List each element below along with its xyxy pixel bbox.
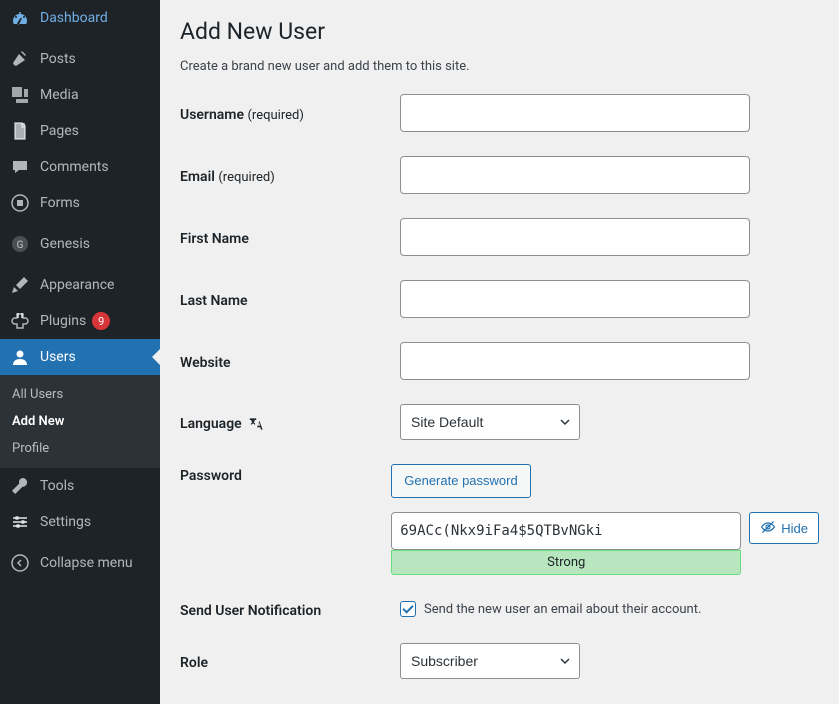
password-input[interactable] (391, 512, 741, 550)
sidebar-item-plugins[interactable]: Plugins 9 (0, 303, 160, 339)
notification-checkbox[interactable] (400, 601, 416, 617)
sidebar-item-media[interactable]: Media (0, 77, 160, 113)
pin-icon (10, 49, 30, 69)
last-name-input[interactable] (400, 280, 750, 318)
sidebar-item-settings[interactable]: Settings (0, 504, 160, 540)
username-input[interactable] (400, 94, 750, 132)
wrench-icon (10, 476, 30, 496)
sidebar-item-label: Settings (40, 514, 91, 530)
username-label: Username (required) (180, 103, 400, 123)
plugin-update-badge: 9 (92, 312, 110, 330)
email-input[interactable] (400, 156, 750, 194)
sidebar-item-dashboard[interactable]: Dashboard (0, 0, 160, 36)
role-label: Role (180, 651, 400, 671)
sidebar-item-users[interactable]: Users (0, 339, 160, 375)
sidebar-item-label: Posts (40, 51, 76, 67)
sidebar-item-label: Appearance (40, 277, 114, 293)
pages-icon (10, 121, 30, 141)
first-name-label: First Name (180, 227, 400, 247)
collapse-label: Collapse menu (40, 555, 133, 571)
submenu-add-new[interactable]: Add New (0, 408, 160, 435)
media-icon (10, 85, 30, 105)
notification-label: Send User Notification (180, 599, 400, 619)
translate-icon (249, 416, 265, 432)
sidebar-item-label: Media (40, 87, 79, 103)
sidebar-item-label: Pages (40, 123, 79, 139)
brush-icon (10, 275, 30, 295)
sidebar-item-label: Tools (40, 478, 74, 494)
sidebar-item-label: Genesis (40, 236, 90, 252)
plugin-icon (10, 311, 30, 331)
user-icon (10, 347, 30, 367)
language-select[interactable]: Site Default (400, 404, 580, 440)
role-select[interactable]: Subscriber (400, 643, 580, 679)
sidebar-item-genesis[interactable]: G Genesis (0, 226, 160, 262)
page-title: Add New User (180, 18, 819, 45)
users-submenu: All Users Add New Profile (0, 375, 160, 468)
language-label: Language (180, 412, 400, 432)
submenu-all-users[interactable]: All Users (0, 381, 160, 408)
email-label: Email (required) (180, 165, 400, 185)
sidebar-item-posts[interactable]: Posts (0, 41, 160, 77)
sidebar-item-label: Comments (40, 159, 109, 175)
submenu-profile[interactable]: Profile (0, 435, 160, 462)
first-name-input[interactable] (400, 218, 750, 256)
sidebar-item-label: Forms (40, 195, 80, 211)
password-strength: Strong (391, 550, 741, 575)
password-label: Password (180, 464, 391, 484)
notification-text: Send the new user an email about their a… (424, 602, 701, 617)
sidebar-item-label: Dashboard (40, 10, 108, 26)
genesis-icon: G (10, 234, 30, 254)
collapse-menu[interactable]: Collapse menu (0, 545, 160, 581)
eye-slash-icon (760, 519, 776, 538)
sidebar-item-forms[interactable]: Forms (0, 185, 160, 221)
sidebar-item-pages[interactable]: Pages (0, 113, 160, 149)
sidebar-item-comments[interactable]: Comments (0, 149, 160, 185)
website-label: Website (180, 351, 400, 371)
admin-sidebar: Dashboard Posts Media Pages Comments For… (0, 0, 160, 704)
hide-password-button[interactable]: Hide (749, 512, 819, 544)
comments-icon (10, 157, 30, 177)
settings-icon (10, 512, 30, 532)
sidebar-item-appearance[interactable]: Appearance (0, 267, 160, 303)
collapse-icon (10, 553, 30, 573)
sidebar-item-tools[interactable]: Tools (0, 468, 160, 504)
last-name-label: Last Name (180, 289, 400, 309)
page-description: Create a brand new user and add them to … (180, 59, 819, 74)
dashboard-icon (10, 8, 30, 28)
sidebar-item-label: Users (40, 349, 76, 365)
svg-text:G: G (17, 240, 24, 251)
main-content: Add New User Create a brand new user and… (160, 0, 839, 704)
website-input[interactable] (400, 342, 750, 380)
generate-password-button[interactable]: Generate password (391, 464, 530, 498)
forms-icon (10, 193, 30, 213)
sidebar-item-label: Plugins (40, 313, 86, 329)
